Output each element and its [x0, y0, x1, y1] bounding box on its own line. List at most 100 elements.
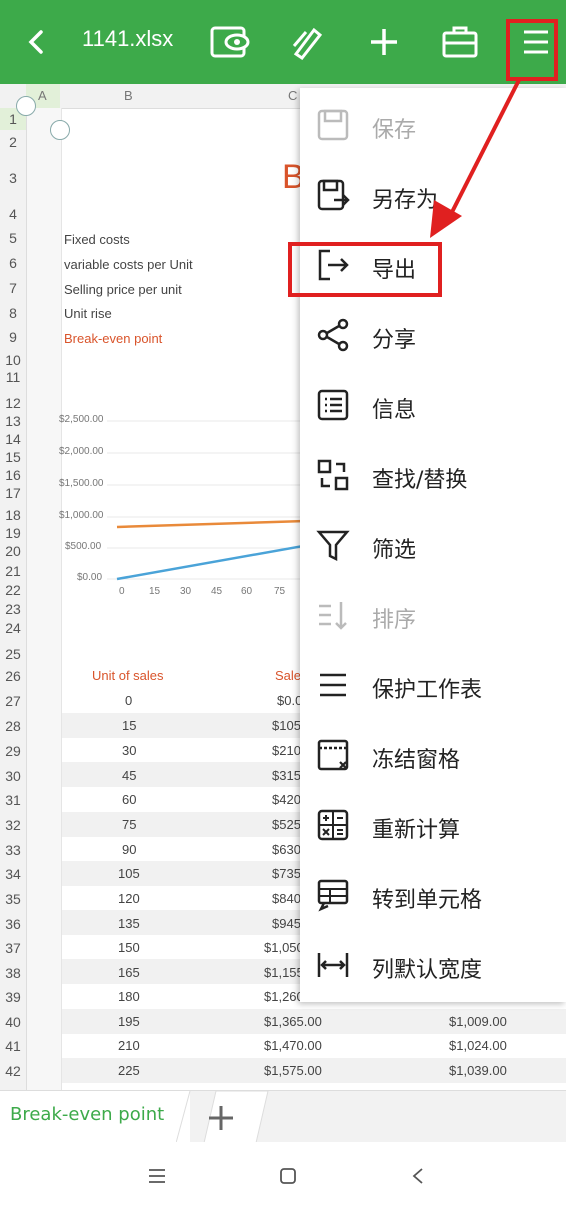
cell-costs[interactable]: $1,039.00: [449, 1063, 507, 1078]
menu-item-sort[interactable]: 排序: [300, 582, 566, 652]
cell-costs[interactable]: $1,009.00: [449, 1014, 507, 1029]
cell-units[interactable]: 180: [118, 989, 140, 1004]
row-header[interactable]: 25: [0, 646, 26, 662]
cell-costs[interactable]: $1,024.00: [449, 1038, 507, 1053]
row-header[interactable]: 42: [0, 1063, 26, 1079]
selection-handle-start[interactable]: [16, 96, 36, 116]
cell-units[interactable]: 15: [122, 718, 136, 733]
row-header[interactable]: 4: [0, 206, 26, 222]
cell-units[interactable]: 225: [118, 1063, 140, 1078]
nav-menu-icon[interactable]: [146, 1168, 168, 1188]
row-header[interactable]: 13: [0, 413, 26, 429]
label-variable-costs[interactable]: variable costs per Unit: [64, 257, 193, 272]
pen-icon[interactable]: [284, 18, 332, 66]
row-header[interactable]: 21: [0, 563, 26, 579]
row-header[interactable]: 32: [0, 817, 26, 833]
row-header[interactable]: 18: [0, 507, 26, 523]
cell-units[interactable]: 105: [118, 866, 140, 881]
row-header[interactable]: 17: [0, 485, 26, 501]
row-header[interactable]: 37: [0, 940, 26, 956]
cell-units[interactable]: 30: [122, 743, 136, 758]
row-header[interactable]: 16: [0, 467, 26, 483]
menu-item-protect-sheet[interactable]: 保护工作表: [300, 652, 566, 722]
menu-item-freeze-panes[interactable]: 冻结窗格: [300, 722, 566, 792]
cell-units[interactable]: 150: [118, 940, 140, 955]
cell-sales[interactable]: $0.0: [277, 693, 302, 708]
row-header[interactable]: 30: [0, 768, 26, 784]
row-header[interactable]: 29: [0, 743, 26, 759]
row-header[interactable]: 7: [0, 280, 26, 296]
row-header[interactable]: 41: [0, 1038, 26, 1054]
row-header[interactable]: 15: [0, 449, 26, 465]
row-header[interactable]: 35: [0, 891, 26, 907]
row-header[interactable]: 26: [0, 668, 26, 684]
menu-item-filter[interactable]: 筛选: [300, 512, 566, 582]
cell-units[interactable]: 45: [122, 768, 136, 783]
cell-units[interactable]: 120: [118, 891, 140, 906]
row-header[interactable]: 19: [0, 525, 26, 541]
cell-units[interactable]: 60: [122, 792, 136, 807]
add-sheet-icon[interactable]: [206, 1103, 236, 1133]
column-header-a[interactable]: A: [38, 88, 47, 103]
back-icon[interactable]: [12, 18, 60, 66]
read-mode-icon[interactable]: [206, 18, 254, 66]
row-header[interactable]: 34: [0, 866, 26, 882]
row-header[interactable]: 22: [0, 582, 26, 598]
column-header-b[interactable]: B: [124, 88, 133, 103]
row-header[interactable]: 27: [0, 693, 26, 709]
sheet-tab-active[interactable]: Break-even point: [0, 1091, 190, 1143]
label-fixed-costs[interactable]: Fixed costs: [64, 232, 130, 247]
cell-units[interactable]: 210: [118, 1038, 140, 1053]
nav-back-icon[interactable]: [408, 1166, 428, 1190]
toolbox-icon[interactable]: [436, 18, 484, 66]
menu-item-go-to-cell[interactable]: 转到单元格: [300, 862, 566, 932]
row-header[interactable]: 24: [0, 620, 26, 636]
row-header[interactable]: 23: [0, 601, 26, 617]
add-icon[interactable]: [360, 18, 408, 66]
menu-item-default-column-width[interactable]: 列默认宽度: [300, 932, 566, 1002]
cell-units[interactable]: 0: [125, 693, 132, 708]
row-header[interactable]: 12: [0, 395, 26, 411]
row-header[interactable]: 40: [0, 1014, 26, 1030]
row-header[interactable]: 39: [0, 989, 26, 1005]
row-header[interactable]: 5: [0, 230, 26, 246]
header-sales[interactable]: Sale: [275, 668, 301, 683]
cell-units[interactable]: 195: [118, 1014, 140, 1029]
menu-item-info[interactable]: 信息: [300, 372, 566, 442]
row-header[interactable]: 36: [0, 916, 26, 932]
row-header[interactable]: 6: [0, 255, 26, 271]
row-header[interactable]: 8: [0, 305, 26, 321]
cell-sales[interactable]: $1,470.00: [264, 1038, 322, 1053]
cell-units[interactable]: 135: [118, 916, 140, 931]
label-break-even[interactable]: Break-even point: [64, 331, 162, 346]
nav-home-icon[interactable]: [278, 1166, 298, 1190]
row-header[interactable]: 28: [0, 718, 26, 734]
menu-item-label: 排序: [372, 608, 417, 633]
header-unit-of-sales[interactable]: Unit of sales: [92, 668, 164, 683]
row-header[interactable]: 33: [0, 842, 26, 858]
menu-item-find-replace[interactable]: 查找/替换: [300, 442, 566, 512]
cell-units[interactable]: 75: [122, 817, 136, 832]
menu-item-recalculate[interactable]: 重新计算: [300, 792, 566, 862]
row-header[interactable]: 2: [0, 134, 26, 150]
menu-item-share[interactable]: 分享: [300, 302, 566, 372]
label-selling-price[interactable]: Selling price per unit: [64, 282, 182, 297]
row-header[interactable]: 20: [0, 543, 26, 559]
row-header[interactable]: 3: [0, 170, 26, 186]
cell-sales[interactable]: $1,260: [264, 989, 304, 1004]
row-header[interactable]: 31: [0, 792, 26, 808]
label-unit-rise[interactable]: Unit rise: [64, 306, 112, 321]
cell-sales[interactable]: $1,155: [264, 965, 304, 980]
row-header[interactable]: 9: [0, 329, 26, 345]
cell-units[interactable]: 165: [118, 965, 140, 980]
column-header-c[interactable]: C: [288, 88, 297, 103]
row-header[interactable]: 14: [0, 431, 26, 447]
cell-sales[interactable]: $1,050: [264, 940, 304, 955]
cell-units[interactable]: 90: [122, 842, 136, 857]
cell-sales[interactable]: $1,365.00: [264, 1014, 322, 1029]
row-header[interactable]: 38: [0, 965, 26, 981]
cell-sales[interactable]: $1,575.00: [264, 1063, 322, 1078]
row-header[interactable]: 10: [0, 352, 26, 368]
row-header[interactable]: 11: [0, 369, 26, 385]
selection-handle-end[interactable]: [50, 120, 70, 140]
